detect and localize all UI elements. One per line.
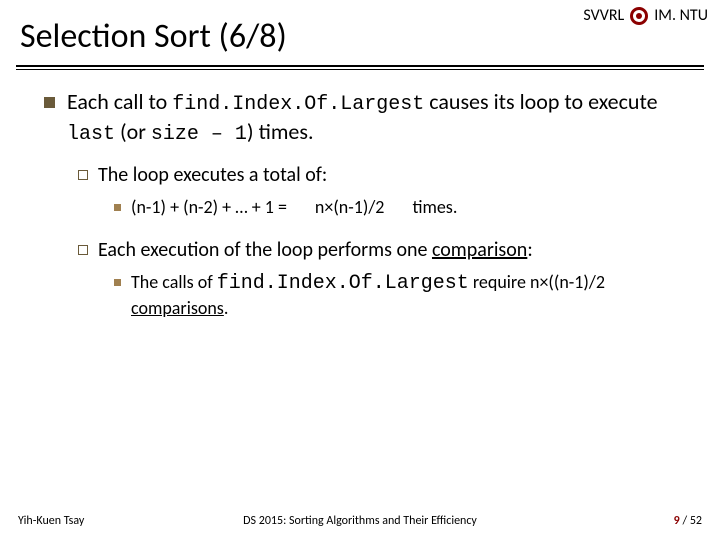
code-func: find.Index.Of.Largest (172, 93, 424, 116)
code-last: last (67, 123, 115, 146)
t: require n×((n-1)/2 (469, 271, 605, 293)
t: ) times. (247, 118, 314, 145)
sub-bullet-2: Each execution of the loop performs one … (98, 237, 533, 263)
brand-block: SVVRL IM. NTU (583, 6, 708, 25)
footer-author: Yih-Kuen Tsay (18, 514, 84, 528)
tiny-square-bullet-icon (114, 279, 121, 286)
code-size: size – 1 (151, 123, 247, 146)
t: Each call to (67, 88, 172, 115)
t-underline: comparisons (131, 297, 224, 319)
slide-body: Each call to find.Index.Of.Largest cause… (0, 70, 720, 321)
footer-paging: 9 / 52 (674, 514, 702, 528)
at-icon (630, 7, 648, 25)
page-total: 52 (690, 514, 702, 528)
equation-line: (n-1) + (n-2) + … + 1 = n×(n-1)/2 times. (131, 196, 457, 219)
footer-course: DS 2015: Sorting Algorithms and Their Ef… (243, 514, 477, 528)
square-bullet-icon (44, 97, 55, 108)
tiny-square-bullet-icon (114, 204, 121, 211)
footer: Yih-Kuen Tsay DS 2015: Sorting Algorithm… (0, 514, 720, 528)
open-square-bullet-icon (78, 245, 88, 255)
t: (or (115, 118, 151, 145)
brand-left: SVVRL (583, 6, 624, 25)
t: causes its loop to execute (424, 88, 657, 115)
t: . (224, 297, 229, 319)
eq-left: (n-1) + (n-2) + … + 1 = (131, 196, 287, 219)
t: The calls of (131, 271, 217, 293)
code-func2: find.Index.Of.Largest (217, 272, 469, 295)
brand-right: IM. NTU (654, 6, 708, 25)
eq-mid: n×(n-1)/2 (315, 196, 385, 219)
t-underline: comparison (432, 238, 527, 262)
t: Each execution of the loop performs one (98, 238, 432, 262)
main-bullet-text: Each call to find.Index.Of.Largest cause… (67, 88, 690, 148)
t: : (527, 238, 532, 262)
sub-bullet-1: The loop executes a total of: (98, 162, 327, 188)
open-square-bullet-icon (78, 170, 88, 180)
sub-sub-bullet-2: The calls of find.Index.Of.Largest requi… (131, 271, 690, 320)
page-sep: / (680, 514, 690, 528)
eq-right: times. (412, 196, 457, 219)
